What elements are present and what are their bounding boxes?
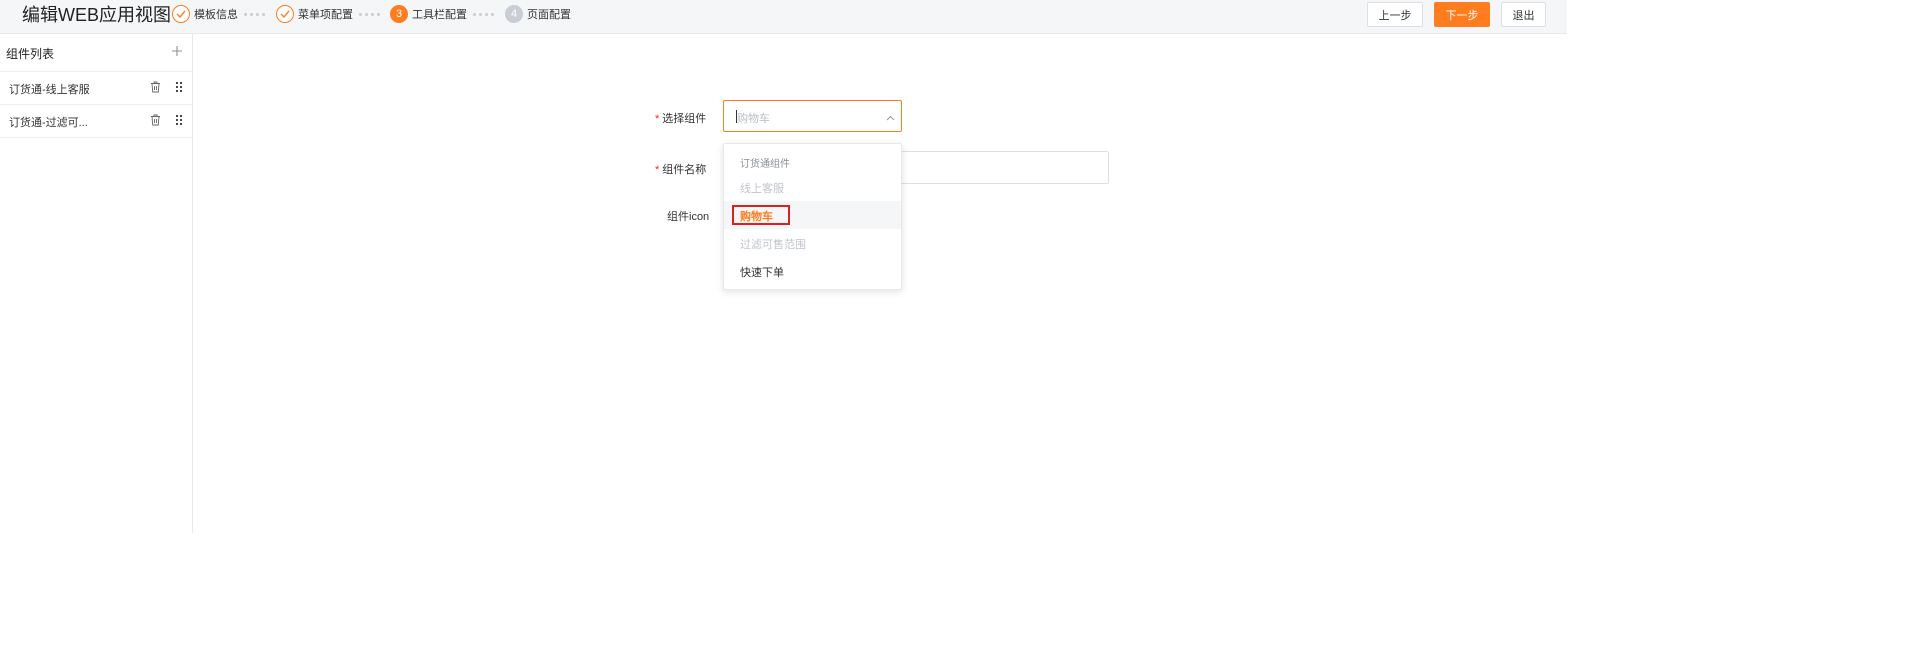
component-icon-label: 组件icon [667, 211, 710, 223]
step-template-info[interactable]: 模板信息 [172, 5, 238, 23]
next-step-button[interactable]: 下一步 [1434, 2, 1490, 27]
component-dropdown: 订货通组件 线上客服 购物车 过滤可售范围 快速下单 [723, 143, 902, 290]
select-component-label: * 选择组件 [655, 113, 707, 125]
required-mark: * [655, 113, 660, 125]
check-icon [172, 5, 190, 23]
option-filter-range[interactable]: 过滤可售范围 [724, 229, 901, 257]
prev-step-button[interactable]: 上一步 [1367, 2, 1423, 27]
trash-icon[interactable] [150, 114, 161, 126]
step-toolbar-config[interactable]: 3 工具栏配置 [390, 5, 467, 23]
top-header: 编辑WEB应用视图 模板信息 菜单项配置 3 工具栏配置 4 页面配置 上一步 … [0, 0, 1567, 34]
sidebar-item-label: 订货通-过滤可... [9, 117, 88, 129]
step-connector [473, 13, 494, 16]
add-icon[interactable] [170, 44, 184, 58]
step-connector [359, 13, 380, 16]
drag-handle-icon[interactable] [175, 81, 183, 93]
option-shopping-cart[interactable]: 购物车 [724, 201, 901, 229]
component-select[interactable]: 购物车 [723, 100, 902, 132]
sidebar-title: 组件列表 [6, 47, 55, 61]
step-page-config[interactable]: 4 页面配置 [505, 5, 571, 23]
step-number: 4 [505, 5, 523, 23]
check-icon [276, 5, 294, 23]
step-menu-config[interactable]: 菜单项配置 [276, 5, 353, 23]
select-placeholder: 购物车 [737, 113, 770, 125]
trash-icon[interactable] [150, 81, 161, 93]
sidebar-header: 组件列表 [0, 34, 192, 72]
sidebar-item-label: 订货通-线上客服 [9, 84, 90, 96]
sidebar-item-online-service[interactable]: 订货通-线上客服 [0, 71, 192, 105]
step-connector [244, 13, 265, 16]
page-title: 编辑WEB应用视图 [22, 5, 172, 25]
option-online-service[interactable]: 线上客服 [724, 173, 901, 201]
sidebar-item-filter-range[interactable]: 订货通-过滤可... [0, 104, 192, 138]
highlight-box [732, 205, 790, 225]
required-mark: * [655, 164, 660, 176]
step-label: 菜单项配置 [298, 9, 353, 21]
step-label: 工具栏配置 [412, 9, 467, 21]
option-quick-order[interactable]: 快速下单 [724, 257, 901, 285]
component-name-label: * 组件名称 [655, 164, 707, 176]
step-number: 3 [390, 5, 408, 23]
dropdown-group-title: 订货通组件 [740, 159, 790, 170]
step-label: 页面配置 [527, 9, 571, 21]
step-label: 模板信息 [194, 9, 238, 21]
drag-handle-icon[interactable] [175, 114, 183, 126]
component-list-sidebar: 组件列表 订货通-线上客服 订货通-过滤可... [0, 34, 193, 533]
chevron-up-icon [886, 112, 895, 121]
exit-button[interactable]: 退出 [1501, 2, 1546, 27]
